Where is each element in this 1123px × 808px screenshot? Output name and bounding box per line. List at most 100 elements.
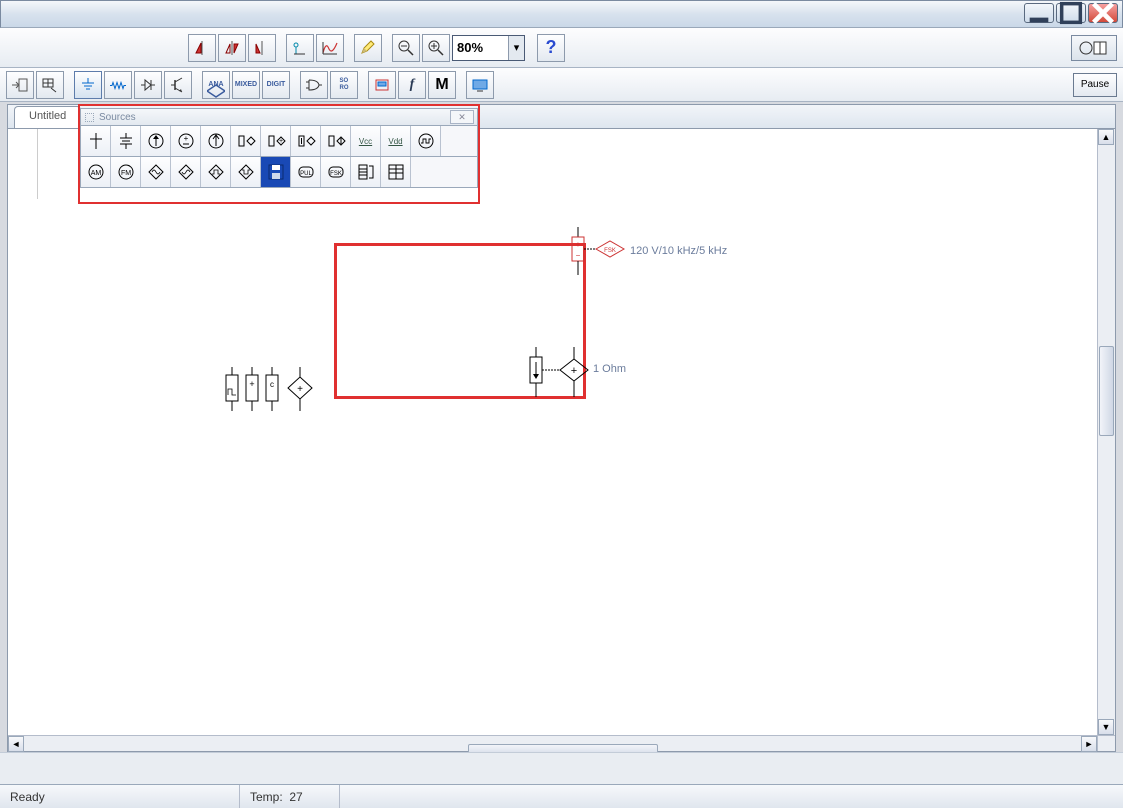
arrow-panel-icon[interactable] <box>6 71 34 99</box>
fsk-source-symbol[interactable]: + − FSK <box>566 227 626 275</box>
svg-text:FSK: FSK <box>330 171 342 177</box>
svg-text:AM: AM <box>90 170 101 177</box>
am-source-icon[interactable]: AM <box>81 157 111 187</box>
list-config-icon[interactable] <box>351 157 381 187</box>
svg-text:+: + <box>576 240 581 249</box>
status-ready: Ready <box>0 785 240 808</box>
palette-row-1: + + Vcc Vdd <box>80 126 478 157</box>
vdd-button[interactable]: Vdd <box>381 126 411 156</box>
macro-button[interactable]: M <box>428 71 456 99</box>
canvas[interactable]: + − FSK 120 V/10 kHz/5 kHz + <box>8 129 1115 735</box>
v-thumb[interactable] <box>1099 346 1114 436</box>
clock-source-icon[interactable] <box>411 126 441 156</box>
controlled-source-symbol[interactable]: + <box>524 347 594 397</box>
palette-titlebar[interactable]: Sources ✕ <box>80 108 478 126</box>
current-source-icon[interactable] <box>141 126 171 156</box>
help-button[interactable]: ? <box>537 34 565 62</box>
vertical-scrollbar[interactable]: ▲ ▼ <box>1097 129 1115 735</box>
zoom-combobox[interactable]: ▾ <box>452 35 525 61</box>
fsk-source-icon[interactable]: FSK <box>321 157 351 187</box>
scroll-up-icon[interactable]: ▲ <box>1098 129 1114 145</box>
zoom-out-icon[interactable] <box>392 34 420 62</box>
scroll-down-icon[interactable]: ▼ <box>1098 719 1114 735</box>
palette-title-text: Sources <box>99 112 136 123</box>
ctrl-src3-icon[interactable] <box>291 126 321 156</box>
gate-icon[interactable] <box>300 71 328 99</box>
battery-icon[interactable] <box>111 126 141 156</box>
fsk-source-label: 120 V/10 kHz/5 kHz <box>630 245 727 257</box>
scroll-corner <box>1097 735 1115 751</box>
svg-text:FSK: FSK <box>604 248 616 254</box>
svg-text:c: c <box>270 380 274 389</box>
book-widget-icon[interactable] <box>1071 35 1117 61</box>
edit-icon[interactable] <box>354 34 382 62</box>
zoom-dropdown-icon[interactable]: ▾ <box>508 36 524 60</box>
component-toolbar: ANA MIXED DIGIT SO RO f M Pause <box>0 68 1123 102</box>
ctrl-src1-icon[interactable] <box>231 126 261 156</box>
sine-diamond-icon[interactable] <box>141 157 171 187</box>
function-button[interactable]: f <box>398 71 426 99</box>
list-config2-icon[interactable] <box>381 157 411 187</box>
pause-button[interactable]: Pause <box>1073 73 1117 97</box>
scroll-left-icon[interactable]: ◄ <box>8 736 24 752</box>
palette-close-button[interactable]: ✕ <box>450 110 474 124</box>
waveform-icon[interactable] <box>316 34 344 62</box>
schematic-content: + − FSK 120 V/10 kHz/5 kHz + <box>8 129 1115 735</box>
horizontal-scrollbar[interactable]: ◄ ► <box>8 735 1097 751</box>
titlebar <box>0 0 1123 28</box>
scroll-right-icon[interactable]: ► <box>1081 736 1097 752</box>
status-temp: Temp: 27 <box>240 785 340 808</box>
svg-text:+: + <box>183 134 188 143</box>
mirror-left-icon[interactable] <box>218 34 246 62</box>
zoom-in-icon[interactable] <box>422 34 450 62</box>
ac-current-icon[interactable] <box>201 126 231 156</box>
diode-icon[interactable] <box>134 71 162 99</box>
controlled-source-label: 1 Ohm <box>593 363 626 375</box>
main-toolbar: ▾ ? <box>0 28 1123 68</box>
statusbar: Ready Temp: 27 <box>0 784 1123 808</box>
transistor-icon[interactable] <box>164 71 192 99</box>
pul-source-icon[interactable]: PUL <box>291 157 321 187</box>
soro-button[interactable]: SO RO <box>330 71 358 99</box>
svg-text:+: + <box>278 138 282 145</box>
probe-icon[interactable] <box>286 34 314 62</box>
close-button[interactable] <box>1088 3 1118 23</box>
minimize-button[interactable] <box>1024 3 1054 23</box>
pulse-diamond-icon[interactable] <box>201 157 231 187</box>
mirror-right-icon[interactable] <box>248 34 276 62</box>
document-area: Untitled + − FSK 120 V/10 kHz/5 kHz <box>7 104 1116 752</box>
small-sources-cluster[interactable]: + c + <box>222 367 322 415</box>
svg-text:−: − <box>576 251 581 260</box>
zoom-input[interactable] <box>453 36 508 60</box>
window-controls <box>1024 3 1118 23</box>
grid-arrow-icon[interactable] <box>36 71 64 99</box>
instrument-icon[interactable] <box>368 71 396 99</box>
flip-horiz-icon[interactable] <box>188 34 216 62</box>
svg-text:+: + <box>249 379 254 389</box>
maximize-button[interactable] <box>1056 3 1086 23</box>
tab-untitled[interactable]: Untitled <box>14 106 81 128</box>
sources-palette[interactable]: Sources ✕ + + Vcc Vdd AM FM <box>80 108 478 188</box>
save-icon[interactable] <box>261 157 291 187</box>
analog-button[interactable]: ANA <box>202 71 230 99</box>
svg-text:+: + <box>571 365 577 377</box>
status-empty <box>340 785 1123 808</box>
pulse-diamond2-icon[interactable] <box>231 157 261 187</box>
ground-icon[interactable] <box>81 126 111 156</box>
resistor-icon[interactable] <box>104 71 132 99</box>
display-icon[interactable] <box>466 71 494 99</box>
svg-text:PUL: PUL <box>300 171 312 177</box>
ctrl-src4-icon[interactable] <box>321 126 351 156</box>
lower-gap <box>0 752 1123 784</box>
fm-source-icon[interactable]: FM <box>111 157 141 187</box>
dc-voltage-icon[interactable]: + <box>171 126 201 156</box>
digital-button[interactable]: DIGIT <box>262 71 290 99</box>
vcc-button[interactable]: Vcc <box>351 126 381 156</box>
sine-diamond2-icon[interactable] <box>171 157 201 187</box>
mixed-button[interactable]: MIXED <box>232 71 260 99</box>
ground-source-icon[interactable] <box>74 71 102 99</box>
ctrl-src2-icon[interactable]: + <box>261 126 291 156</box>
palette-row-2: AM FM PUL FSK <box>80 157 478 188</box>
svg-text:FM: FM <box>120 170 130 177</box>
svg-text:+: + <box>297 384 303 395</box>
